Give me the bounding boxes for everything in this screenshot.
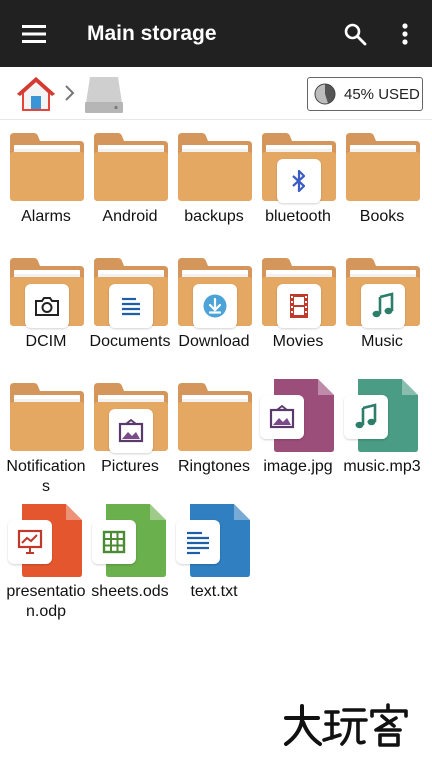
item-label: Pictures (101, 458, 159, 475)
file-item[interactable]: music.mp3 (340, 377, 424, 497)
folder-icon (344, 131, 422, 207)
folder-item[interactable]: Android (88, 127, 172, 247)
folder-item[interactable]: Books (340, 127, 424, 247)
home-icon[interactable] (15, 74, 57, 114)
file-icon (260, 377, 338, 453)
folder-item[interactable]: Documents (88, 252, 172, 372)
item-label: bluetooth (265, 208, 331, 225)
usage-label: 45% USED (344, 85, 420, 103)
search-icon[interactable] (338, 17, 372, 51)
folder-item[interactable]: Ringtones (172, 377, 256, 497)
folder-icon (8, 381, 86, 457)
folder-item[interactable]: Movies (256, 252, 340, 372)
page-title: Main storage (87, 22, 217, 45)
item-label: DCIM (25, 333, 67, 350)
item-label: backups (184, 208, 244, 225)
folder-icon (176, 256, 254, 332)
picture-icon (109, 409, 153, 453)
document-icon (109, 284, 153, 328)
item-label: Alarms (21, 208, 71, 225)
music-note-icon (361, 284, 405, 328)
folder-item[interactable]: Alarms (4, 127, 88, 247)
hamburger-menu-icon[interactable] (16, 17, 52, 51)
presentation-icon (8, 520, 52, 564)
folder-icon (176, 131, 254, 207)
folder-item[interactable]: backups (172, 127, 256, 247)
picture-icon (260, 395, 304, 439)
item-label: image.jpg (263, 458, 333, 475)
file-item[interactable]: presentation.odp (4, 502, 88, 622)
item-label: sheets.ods (91, 583, 169, 600)
folder-item[interactable]: Music (340, 252, 424, 372)
item-label: Music (361, 333, 403, 350)
file-item[interactable]: sheets.ods (88, 502, 172, 622)
folder-icon (344, 256, 422, 332)
folder-item[interactable]: bluetooth (256, 127, 340, 247)
folder-icon (8, 256, 86, 332)
film-icon (277, 284, 321, 328)
folder-icon (260, 256, 338, 332)
chevron-right-icon (62, 83, 76, 103)
file-icon (344, 377, 422, 453)
folder-item[interactable]: Notifications (4, 377, 88, 497)
folder-icon (92, 131, 170, 207)
item-label: Ringtones (177, 458, 251, 475)
folder-item[interactable]: Download (172, 252, 256, 372)
folder-item[interactable]: Pictures (88, 377, 172, 497)
folder-icon (176, 381, 254, 457)
text-lines-icon (176, 520, 220, 564)
app-bar: Main storage (0, 0, 432, 67)
bluetooth-icon (277, 159, 321, 203)
usage-pie-icon (314, 83, 336, 105)
folder-icon (92, 256, 170, 332)
storage-usage-badge[interactable]: 45% USED (307, 77, 423, 111)
storage-drive-icon[interactable] (83, 73, 125, 115)
watermark-logo (282, 702, 412, 748)
download-icon (193, 284, 237, 328)
breadcrumb: 45% USED (0, 67, 432, 120)
more-vert-icon[interactable] (390, 17, 420, 51)
music-note-icon (344, 395, 388, 439)
item-label: text.txt (190, 583, 238, 600)
file-item[interactable]: image.jpg (256, 377, 340, 497)
item-label: presentation.odp (6, 583, 86, 620)
file-icon (92, 502, 170, 578)
file-icon (8, 502, 86, 578)
spreadsheet-icon (92, 520, 136, 564)
item-label: Documents (89, 333, 171, 350)
camera-icon (25, 284, 69, 328)
item-label: Android (102, 208, 158, 225)
item-label: music.mp3 (343, 458, 421, 475)
item-label: Notifications (6, 458, 86, 495)
file-item[interactable]: text.txt (172, 502, 256, 622)
item-label: Download (178, 333, 250, 350)
folder-icon (260, 131, 338, 207)
folder-item[interactable]: DCIM (4, 252, 88, 372)
item-label: Movies (272, 333, 324, 350)
folder-icon (92, 381, 170, 457)
file-icon (176, 502, 254, 578)
item-label: Books (359, 208, 405, 225)
folder-icon (8, 131, 86, 207)
